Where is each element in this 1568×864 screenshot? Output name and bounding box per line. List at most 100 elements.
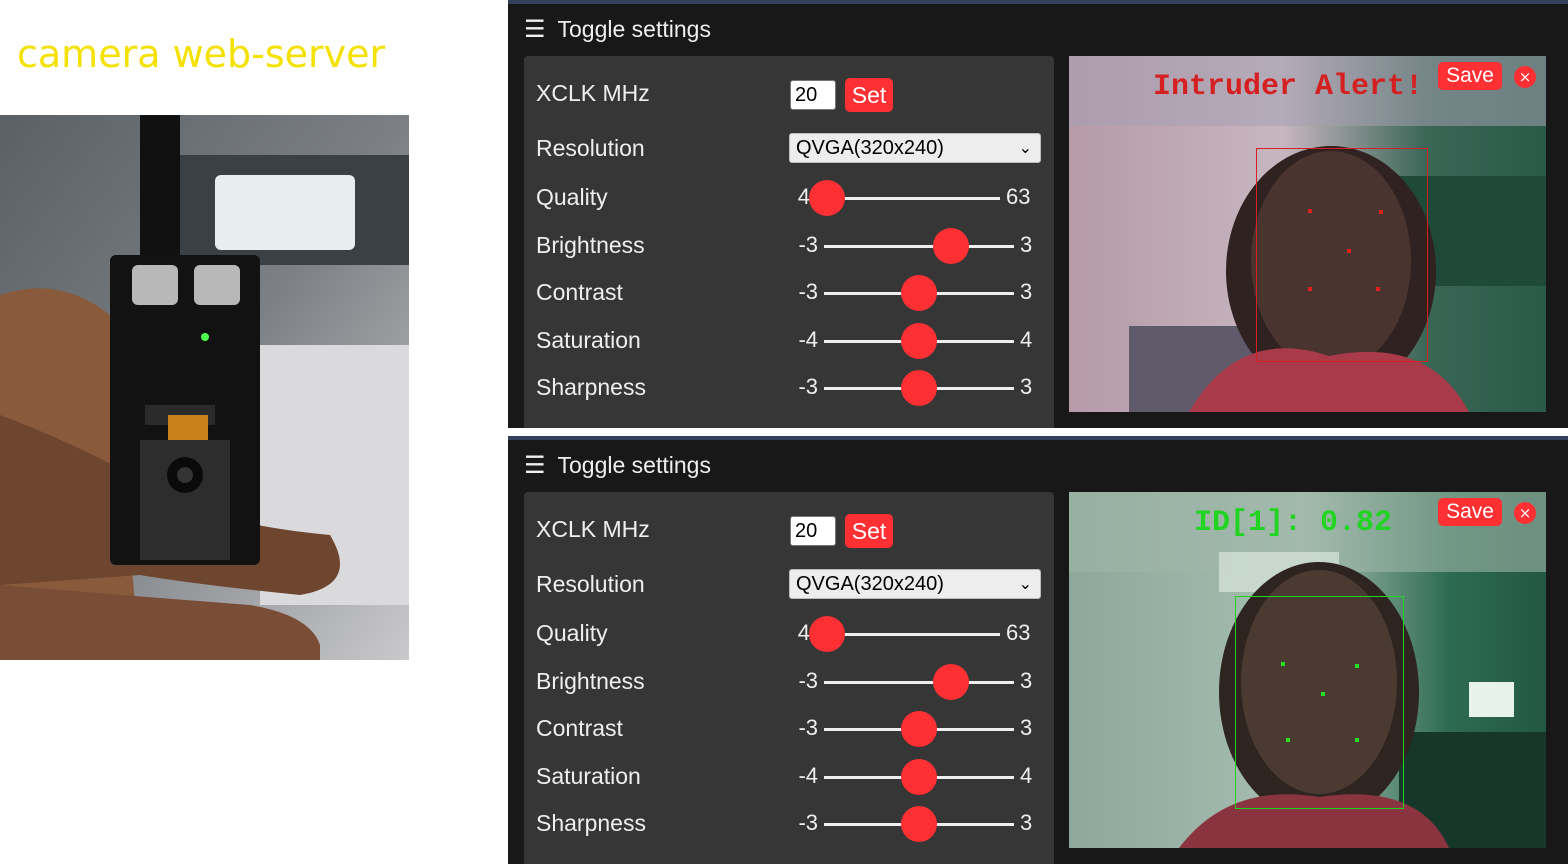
slider-thumb[interactable]	[809, 180, 846, 216]
slider-min-value: 4	[797, 620, 810, 645]
slider-row-sharpness: Sharpness -3 3	[524, 800, 1054, 844]
slider-min-value: -4	[798, 326, 818, 352]
slider-label: Brightness	[536, 667, 645, 694]
slider-thumb[interactable]	[933, 663, 970, 700]
slider-row-saturation: Saturation -4 4	[524, 753, 1054, 797]
resolution-label: Resolution	[536, 571, 645, 597]
resolution-select[interactable]: QVGA(320x240) ⌄	[789, 133, 1041, 163]
resolution-label: Resolution	[536, 135, 645, 161]
slider-row-saturation: Saturation -4 4	[524, 317, 1054, 361]
slider-max-value: 3	[1020, 715, 1033, 740]
camera-webserver-panel-alert: ☰ Toggle settings XCLK MHz 20 Set Resolu…	[508, 0, 1568, 428]
slider-min-value: -3	[798, 810, 818, 835]
xclk-set-button[interactable]: Set	[845, 78, 893, 112]
slider-thumb[interactable]	[901, 322, 937, 359]
slider-row-contrast: Contrast -3 3	[524, 705, 1054, 749]
close-icon[interactable]: ×	[1514, 502, 1536, 524]
resolution-select[interactable]: QVGA(320x240) ⌄	[789, 569, 1041, 599]
camera-webserver-panel-recognized: ☰ Toggle settings XCLK MHz 20 Set Resolu…	[508, 436, 1568, 864]
chevron-down-icon: ⌄	[1018, 138, 1032, 157]
face-landmark-point	[1308, 209, 1312, 213]
slider-min-value: -3	[798, 667, 818, 693]
slider-row-quality: Quality 4 63	[524, 610, 1054, 654]
slider-max-value: 63	[1006, 620, 1031, 645]
face-landmark-point	[1281, 662, 1285, 666]
camera-stream: ID[1]: 0.82	[1069, 492, 1546, 848]
slider-max-value: 3	[1020, 374, 1033, 399]
slider-max-value: 3	[1020, 810, 1033, 835]
close-icon[interactable]: ×	[1514, 66, 1536, 88]
resolution-selected-value: QVGA(320x240)	[796, 137, 944, 159]
face-landmark-point	[1286, 738, 1290, 742]
xclk-row: XCLK MHz	[524, 492, 1054, 562]
slider-max-value: 4	[1020, 326, 1033, 352]
face-landmark-point	[1379, 210, 1383, 214]
face-landmark-point	[1321, 692, 1325, 696]
slider-track[interactable]	[824, 680, 1014, 684]
slider-max-value: 3	[1020, 279, 1033, 304]
toggle-settings-button[interactable]: ☰ Toggle settings	[524, 450, 711, 480]
slider-row-contrast: Contrast -3 3	[524, 269, 1054, 313]
slider-label: Saturation	[536, 326, 641, 353]
slider-track[interactable]	[824, 244, 1014, 248]
slider-thumb[interactable]	[901, 806, 937, 842]
hamburger-icon: ☰	[524, 15, 546, 43]
slider-thumb[interactable]	[901, 275, 937, 311]
toggle-settings-button[interactable]: ☰ Toggle settings	[524, 14, 711, 44]
recognition-overlay-text: Intruder Alert!	[1153, 70, 1424, 104]
xclk-label: XCLK MHz	[536, 516, 650, 542]
xclk-label: XCLK MHz	[536, 80, 650, 106]
slider-label: Quality	[536, 184, 608, 210]
slider-min-value: -3	[798, 374, 818, 399]
settings-panel: XCLK MHz 20 Set Resolution QVGA(320x240)…	[524, 56, 1054, 428]
slider-max-value: 4	[1020, 762, 1033, 788]
slider-max-value: 3	[1020, 231, 1033, 257]
toggle-settings-label: Toggle settings	[557, 451, 711, 478]
save-button[interactable]: Save	[1438, 62, 1502, 90]
face-landmark-point	[1376, 287, 1380, 291]
slider-min-value: -3	[798, 715, 818, 740]
slider-min-value: -4	[798, 762, 818, 788]
header-divider	[508, 436, 1568, 440]
camera-stream: Intruder Alert!	[1069, 56, 1546, 412]
slider-label: Brightness	[536, 231, 645, 258]
slider-label: Saturation	[536, 762, 641, 789]
settings-panel: XCLK MHz 20 Set Resolution QVGA(320x240)…	[524, 492, 1054, 864]
slider-row-quality: Quality 4 63	[524, 174, 1054, 218]
face-landmark-point	[1308, 287, 1312, 291]
slider-min-value: 4	[797, 184, 810, 209]
slider-max-value: 3	[1020, 667, 1033, 693]
toggle-settings-label: Toggle settings	[557, 15, 711, 42]
slider-row-brightness: Brightness -3 3	[524, 658, 1054, 702]
face-detection-box	[1235, 596, 1404, 809]
slider-label: Contrast	[536, 715, 623, 741]
slider-thumb[interactable]	[809, 616, 846, 652]
slider-row-brightness: Brightness -3 3	[524, 222, 1054, 266]
slider-label: Contrast	[536, 279, 623, 305]
caption-title: camera web-server	[17, 32, 386, 76]
slider-label: Sharpness	[536, 810, 646, 836]
face-detection-box	[1256, 148, 1428, 362]
hamburger-icon: ☰	[524, 451, 546, 479]
save-button[interactable]: Save	[1438, 498, 1502, 526]
slider-label: Sharpness	[536, 374, 646, 400]
slider-max-value: 63	[1006, 184, 1031, 209]
slider-min-value: -3	[798, 231, 818, 257]
face-landmark-point	[1355, 738, 1359, 742]
slider-thumb[interactable]	[901, 711, 937, 747]
recognition-overlay-text: ID[1]: 0.82	[1194, 506, 1393, 540]
face-landmark-point	[1355, 664, 1359, 668]
slider-label: Quality	[536, 620, 608, 646]
xclk-row: XCLK MHz	[524, 56, 1054, 126]
face-landmark-point	[1347, 249, 1351, 253]
slider-thumb[interactable]	[901, 370, 937, 406]
xclk-input[interactable]: 20	[790, 80, 836, 110]
header-divider	[508, 0, 1568, 4]
esp32-board-photo	[0, 115, 409, 660]
slider-row-sharpness: Sharpness -3 3	[524, 364, 1054, 408]
slider-thumb[interactable]	[933, 227, 970, 264]
xclk-set-button[interactable]: Set	[845, 514, 893, 548]
chevron-down-icon: ⌄	[1018, 574, 1032, 593]
slider-thumb[interactable]	[901, 758, 937, 795]
xclk-input[interactable]: 20	[790, 516, 836, 546]
